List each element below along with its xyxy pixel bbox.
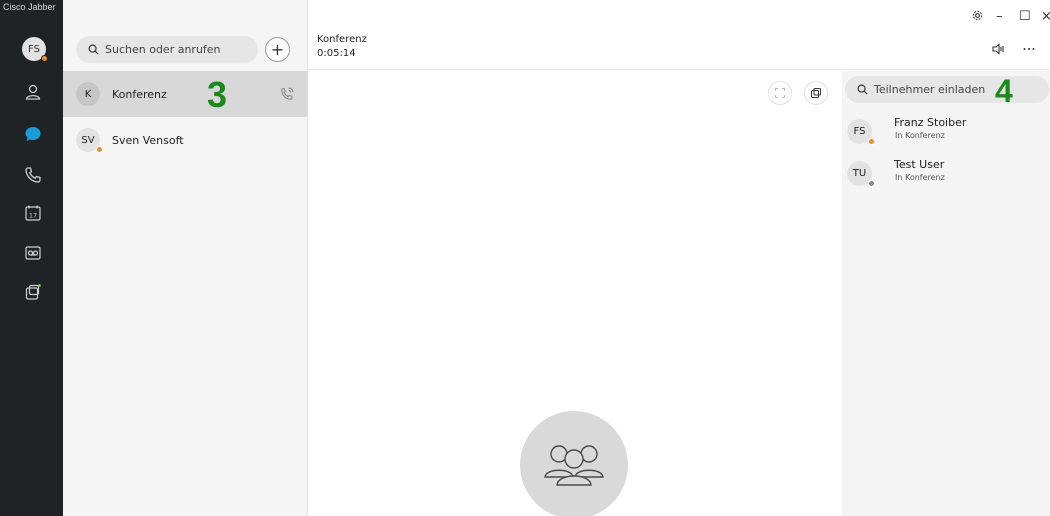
plus-icon: + bbox=[270, 39, 285, 59]
settings-gear-icon[interactable] bbox=[971, 9, 984, 22]
call-header: Konferenz 0:05:14 – ☐ × bbox=[308, 0, 1050, 70]
avatar: TU bbox=[847, 161, 875, 187]
user-avatar[interactable]: FS bbox=[22, 37, 48, 62]
active-call-icon[interactable] bbox=[279, 86, 295, 102]
participant-name: Test User bbox=[894, 158, 945, 171]
popout-icon bbox=[811, 88, 821, 98]
popout-button[interactable] bbox=[804, 81, 828, 105]
chat-icon[interactable] bbox=[21, 122, 45, 146]
list-item-label: Konferenz bbox=[112, 87, 167, 101]
list-item-sven-vensoft[interactable]: SV Sven Vensoft bbox=[63, 117, 307, 163]
participant-row[interactable]: TU Test User In Konferenz bbox=[842, 155, 1050, 195]
nav-rail: Cisco Jabber FS 17 bbox=[0, 0, 63, 516]
presence-indicator bbox=[96, 146, 103, 153]
calendar-icon[interactable]: 17 bbox=[21, 201, 45, 225]
voicemail-icon[interactable] bbox=[21, 241, 45, 265]
presence-indicator bbox=[41, 55, 48, 62]
participants-panel: Teilnehmer einladen 4 FS Franz Stoiber I… bbox=[842, 71, 1050, 516]
presence-indicator bbox=[868, 138, 875, 145]
maximize-button[interactable]: ☐ bbox=[1019, 10, 1031, 23]
avatar: K bbox=[76, 82, 100, 106]
avatar: SV bbox=[76, 128, 103, 153]
svg-text:17: 17 bbox=[29, 212, 37, 220]
call-stage bbox=[308, 71, 842, 516]
invite-placeholder: Teilnehmer einladen bbox=[874, 83, 986, 96]
call-title: Konferenz bbox=[317, 34, 367, 45]
add-button[interactable]: + bbox=[265, 37, 290, 62]
list-item-konferenz[interactable]: K Konferenz 3 bbox=[63, 71, 307, 117]
participant-name: Franz Stoiber bbox=[894, 116, 967, 129]
participant-status: In Konferenz bbox=[895, 173, 945, 182]
close-button[interactable]: × bbox=[1041, 10, 1050, 23]
phone-icon[interactable] bbox=[21, 163, 45, 187]
avatar-initials: TU bbox=[852, 168, 867, 179]
app-title: Cisco Jabber bbox=[3, 2, 56, 12]
presence-indicator bbox=[868, 180, 875, 187]
jabber-window: Cisco Jabber FS 17 Suchen oder anrufen +… bbox=[0, 0, 1050, 516]
call-timer: 0:05:14 bbox=[317, 48, 356, 59]
fullscreen-button[interactable] bbox=[768, 81, 792, 105]
search-input[interactable]: Suchen oder anrufen bbox=[76, 36, 258, 63]
speaker-icon[interactable] bbox=[991, 42, 1005, 56]
minimize-button[interactable]: – bbox=[996, 10, 1003, 23]
search-icon bbox=[88, 44, 99, 55]
fullscreen-icon bbox=[775, 88, 785, 98]
conversation-list-panel: Suchen oder anrufen + K Konferenz 3 SV S… bbox=[63, 0, 308, 516]
avatar-initials: K bbox=[84, 88, 92, 100]
group-people-icon bbox=[544, 445, 604, 486]
search-placeholder: Suchen oder anrufen bbox=[105, 43, 221, 56]
participant-status: In Konferenz bbox=[895, 131, 945, 140]
avatar-initials: FS bbox=[853, 126, 866, 137]
avatar: FS bbox=[847, 119, 875, 145]
invite-participant-input[interactable]: Teilnehmer einladen 4 bbox=[845, 75, 1049, 107]
annotation-marker-4: 4 bbox=[995, 73, 1013, 109]
participant-row[interactable]: FS Franz Stoiber In Konferenz bbox=[842, 113, 1050, 153]
avatar-initials: SV bbox=[81, 134, 95, 146]
meetings-icon[interactable] bbox=[21, 280, 45, 304]
list-item-label: Sven Vensoft bbox=[112, 133, 184, 147]
contacts-icon[interactable] bbox=[21, 80, 45, 104]
search-icon bbox=[857, 84, 868, 95]
more-options-icon[interactable] bbox=[1022, 42, 1036, 56]
user-initials: FS bbox=[28, 43, 40, 55]
annotation-marker-3: 3 bbox=[207, 74, 228, 115]
group-avatar bbox=[520, 411, 628, 516]
